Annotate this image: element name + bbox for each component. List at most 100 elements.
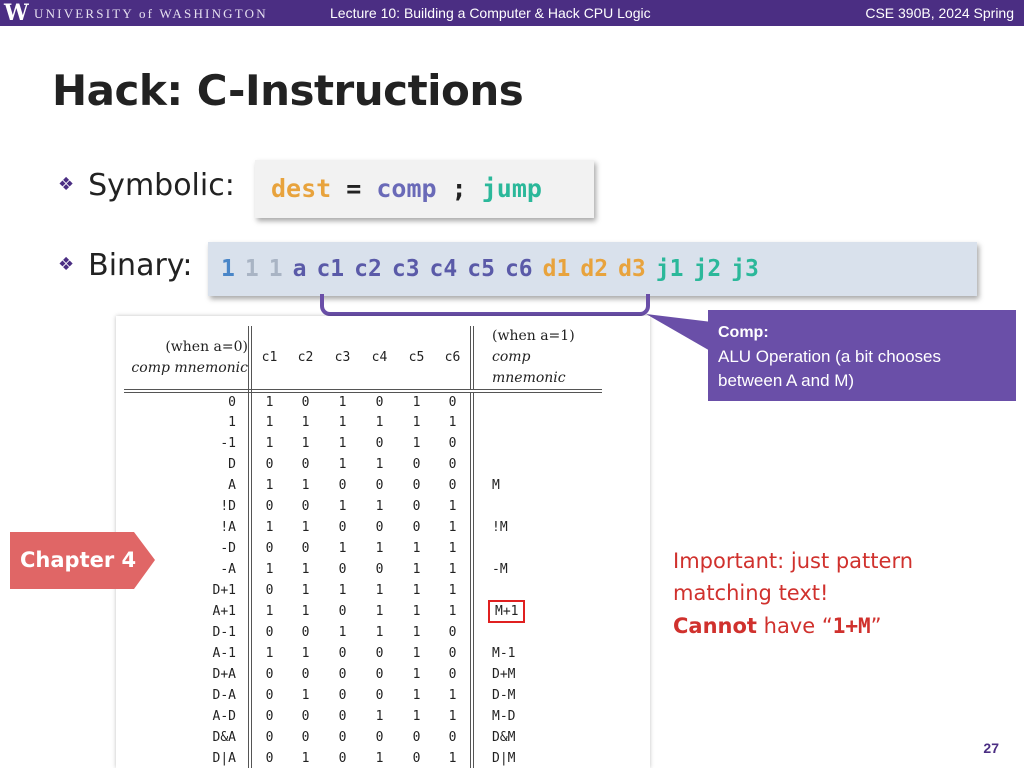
comp-bit-cell: 1 (301, 415, 310, 430)
binary-bit: 1 (244, 256, 259, 282)
binary-bit: c6 (504, 256, 533, 282)
comp-bit-cell: 1 (265, 646, 274, 661)
bit-header: c6 (435, 326, 472, 393)
cannot-note: Cannot have “1+M” (673, 614, 882, 638)
comp-bit-cell: 0 (448, 730, 457, 745)
comp-bit-cell: 0 (265, 688, 274, 703)
binary-bit: j1 (655, 256, 684, 282)
table-row: D+A 0 0 0 0 1 0 D+M (124, 664, 602, 685)
comp-bit-cell: 1 (448, 520, 457, 535)
comp-bit-cell: 0 (301, 499, 310, 514)
comp-mnemonic-a1: -M (470, 559, 602, 580)
bit-header: c3 (324, 326, 361, 393)
comp-mnemonic-a1 (470, 433, 602, 454)
comp-bit-cell: 1 (301, 520, 310, 535)
comp-mnemonic-a1 (470, 412, 602, 433)
comp-bit-cell: 1 (301, 646, 310, 661)
page-number: 27 (983, 740, 999, 756)
comp-bit-cell: 0 (375, 520, 384, 535)
binary-bit: 1 (268, 256, 283, 282)
comp-bit-cell: 1 (338, 436, 347, 451)
chapter-label: Chapter 4 (20, 548, 137, 572)
jump-field: jump (481, 174, 542, 203)
comp-mnemonic-a1: D|M (470, 748, 602, 768)
comp-bit-cell: 1 (301, 751, 310, 766)
comp-bit-cell: 0 (412, 520, 421, 535)
comp-bit-cell: 1 (265, 395, 274, 410)
comp-mnemonic-a0: D (124, 454, 252, 475)
table-row: !D 0 0 1 1 0 1 (124, 496, 602, 517)
expr-text: 1+M (832, 614, 871, 638)
comp-bit-cell: 1 (375, 709, 384, 724)
binary-bit: c5 (467, 256, 495, 282)
comp-mnemonic-a1: D+M (470, 664, 602, 685)
comp-mnemonic-a0: D-A (124, 685, 252, 706)
dest-field: dest (271, 174, 332, 203)
comp-bit-cell: 0 (375, 562, 384, 577)
symbolic-format-box: dest = comp ; jump (255, 160, 594, 218)
comp-bit-cell: 0 (265, 751, 274, 766)
table-row: 0101010 (124, 391, 602, 412)
course-name: CSE 390B, 2024 Spring (865, 5, 1014, 21)
comp-bit-cell: 0 (338, 688, 347, 703)
comp-bit-cell: 1 (301, 562, 310, 577)
table-header-row: (when a=0) comp mnemonic c1 c2 c3 c4 c5 … (124, 326, 602, 393)
comp-bit-cell: 1 (375, 604, 384, 619)
comp-bit-cell: 1 (412, 583, 421, 598)
comp-bit-cell: 0 (301, 541, 310, 556)
comp-bit-cell: 0 (338, 667, 347, 682)
comp-bit-cell: 1 (265, 562, 274, 577)
comp-bit-cell: 1 (412, 436, 421, 451)
comp-mnemonic-a0: A (124, 475, 252, 496)
bit-header: c4 (361, 326, 398, 393)
comp-mnemonic-a1: D&M (470, 727, 602, 748)
header-bar: W UNIVERSITY of WASHINGTON Lecture 10: B… (0, 0, 1024, 26)
comp-bit-cell: 1 (265, 520, 274, 535)
comp-bit-cell: 0 (448, 436, 457, 451)
comp-mnemonic-a1: !M (470, 517, 602, 538)
comp-mnemonic-a1 (470, 454, 602, 475)
comp-bit-cell: 0 (448, 646, 457, 661)
comp-mnemonic-a0: -1 (124, 433, 252, 454)
left-header: (when a=0) comp mnemonic (124, 326, 252, 393)
binary-format-box: 1 1 1 a c1 c2 c3 c4 c5 c6 d1 d2 d3 j1 j2 j3 (208, 242, 977, 296)
bit-header: c2 (287, 326, 324, 393)
table-row: -A 1 1 0 0 1 1 -M (124, 559, 602, 580)
table-row: D-1 0 0 1 1 1 0 (124, 622, 602, 643)
comp-bit-cell: 0 (412, 499, 421, 514)
comp-bit-cell: 0 (412, 457, 421, 472)
comp-bit-cell: 0 (375, 478, 384, 493)
comp-bit-cell: 0 (301, 395, 310, 410)
comp-table-image: (when a=0) comp mnemonic c1 c2 c3 c4 c5 … (116, 316, 650, 768)
comp-mnemonic-a0: D+A (124, 664, 252, 685)
comp-mnemonic-a0: A+1 (124, 601, 252, 622)
comp-bit-cell: 1 (448, 499, 457, 514)
binary-bit: c1 (316, 256, 345, 282)
left-header-line1: (when a=0) (165, 338, 248, 355)
comp-bit-cell: 0 (448, 625, 457, 640)
comp-mnemonic-a0: D&A (124, 727, 252, 748)
comp-bit-cell: 1 (448, 688, 457, 703)
comp-field: comp (376, 174, 437, 203)
comp-bit-cell: 1 (301, 688, 310, 703)
uw-logo-icon: W (4, 0, 29, 26)
comp-bit-cell: 0 (375, 730, 384, 745)
comp-bit-cell: 1 (338, 415, 347, 430)
comp-bit-cell: 1 (412, 562, 421, 577)
comp-bit-cell: 0 (301, 457, 310, 472)
comp-bit-cell: 1 (375, 583, 384, 598)
comp-bit-cell: 0 (265, 709, 274, 724)
binary-bit: 1 (221, 256, 235, 282)
comp-bit-cell: 1 (265, 604, 274, 619)
comp-table: (when a=0) comp mnemonic c1 c2 c3 c4 c5 … (124, 326, 602, 768)
comp-bit-cell: 0 (265, 730, 274, 745)
comp-bit-cell: 1 (338, 625, 347, 640)
comp-bit-cell: 0 (338, 604, 347, 619)
lecture-title: Lecture 10: Building a Computer & Hack C… (330, 5, 651, 21)
right-header: (when a=1) comp mnemonic (470, 326, 602, 393)
comp-bit-cell: 0 (301, 625, 310, 640)
equals-sign: = (331, 174, 377, 203)
callout-title: Comp: (718, 324, 769, 341)
close-quote: ” (870, 614, 882, 638)
table-row: D-A 0 1 0 0 1 1 D-M (124, 685, 602, 706)
